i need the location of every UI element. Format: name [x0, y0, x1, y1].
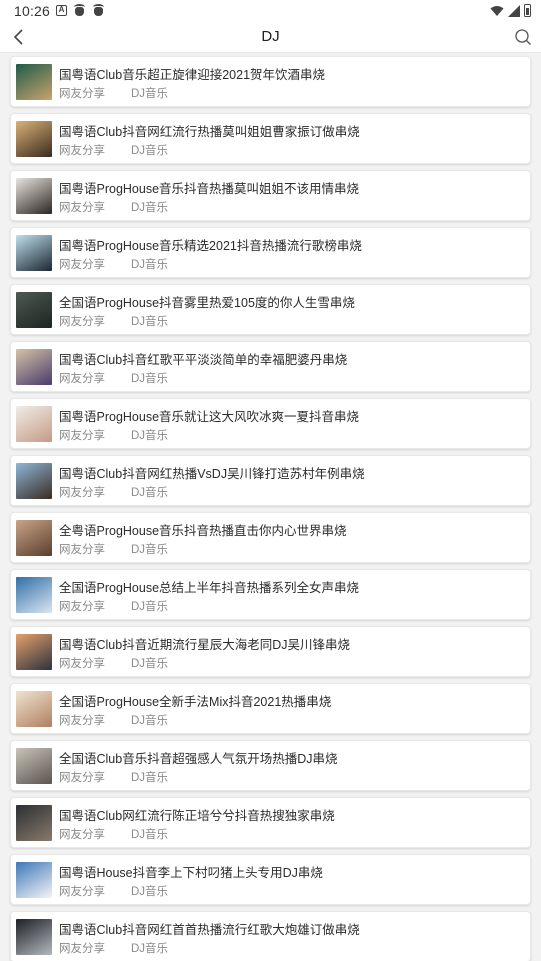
track-thumbnail — [16, 748, 52, 784]
list-item[interactable]: 国粤语Club抖音网红流行热播莫叫姐姐曹家振订做串烧 网友分享 DJ音乐 — [10, 113, 531, 164]
list-item[interactable]: 国粤语ProgHouse音乐精选2021抖音热播流行歌榜串烧 网友分享 DJ音乐 — [10, 227, 531, 278]
status-notification-icons: A — [56, 4, 105, 17]
list-item[interactable]: 全国语ProgHouse全新手法Mix抖音2021热播串烧 网友分享 DJ音乐 — [10, 683, 531, 734]
track-source: 网友分享 — [59, 772, 105, 784]
track-title: 国粤语Club网红流行陈正培兮兮抖音热搜独家串烧 — [59, 809, 335, 823]
track-thumbnail — [16, 634, 52, 670]
track-thumbnail — [16, 178, 52, 214]
track-thumbnail — [16, 64, 52, 100]
list-item[interactable]: 全国语ProgHouse总结上半年抖音热播系列全女声串烧 网友分享 DJ音乐 — [10, 569, 531, 620]
track-source: 网友分享 — [59, 259, 105, 271]
track-category: DJ音乐 — [131, 544, 169, 556]
list-item[interactable]: 国粤语Club抖音网红热播VsDJ吴川锋打造苏村年例串烧 网友分享 DJ音乐 — [10, 455, 531, 506]
list-item[interactable]: 国粤语Club抖音红歌平平淡淡简单的幸福肥婆丹串烧 网友分享 DJ音乐 — [10, 341, 531, 392]
track-category: DJ音乐 — [131, 715, 169, 727]
track-source: 网友分享 — [59, 88, 105, 100]
track-title: 全国语ProgHouse抖音雾里热爱105度的你人生雪串烧 — [59, 296, 355, 310]
status-system-icons — [490, 4, 531, 17]
track-category: DJ音乐 — [131, 430, 169, 442]
track-title: 全粤语ProgHouse音乐抖音热播直击你内心世界串烧 — [59, 524, 347, 538]
track-category: DJ音乐 — [131, 658, 169, 670]
track-source: 网友分享 — [59, 829, 105, 841]
track-title: 国粤语Club音乐超正旋律迎接2021贺年饮酒串烧 — [59, 68, 326, 82]
track-title: 国粤语ProgHouse音乐就让这大风吹冰爽一夏抖音串烧 — [59, 410, 360, 424]
list-item[interactable]: 国粤语Club抖音近期流行星辰大海老同DJ吴川锋串烧 网友分享 DJ音乐 — [10, 626, 531, 677]
bug-icon — [73, 4, 86, 17]
track-thumbnail — [16, 121, 52, 157]
app-header: DJ — [0, 22, 541, 53]
track-category: DJ音乐 — [131, 487, 169, 499]
track-category: DJ音乐 — [131, 373, 169, 385]
track-title: 全国语ProgHouse总结上半年抖音热播系列全女声串烧 — [59, 581, 360, 595]
track-thumbnail — [16, 805, 52, 841]
track-source: 网友分享 — [59, 715, 105, 727]
list-item[interactable]: 国粤语Club网红流行陈正培兮兮抖音热搜独家串烧 网友分享 DJ音乐 — [10, 797, 531, 848]
track-title: 国粤语House抖音李上下村叼猪上头专用DJ串烧 — [59, 866, 323, 880]
status-bar: 10:26 A — [0, 0, 541, 22]
track-source: 网友分享 — [59, 430, 105, 442]
track-source: 网友分享 — [59, 202, 105, 214]
track-thumbnail — [16, 406, 52, 442]
list-item[interactable]: 全国语Club音乐抖音超强感人气氛开场热播DJ串烧 网友分享 DJ音乐 — [10, 740, 531, 791]
track-title: 国粤语Club抖音网红热播VsDJ吴川锋打造苏村年例串烧 — [59, 467, 365, 481]
track-category: DJ音乐 — [131, 829, 169, 841]
track-thumbnail — [16, 463, 52, 499]
list-item[interactable]: 国粤语Club抖音网红首首热播流行红歌大炮雄订做串烧 网友分享 DJ音乐 — [10, 911, 531, 961]
track-title: 国粤语Club抖音网红流行热播莫叫姐姐曹家振订做串烧 — [59, 125, 360, 139]
track-thumbnail — [16, 520, 52, 556]
track-thumbnail — [16, 862, 52, 898]
list-item[interactable]: 国粤语House抖音李上下村叼猪上头专用DJ串烧 网友分享 DJ音乐 — [10, 854, 531, 905]
bug-icon — [92, 4, 105, 17]
track-category: DJ音乐 — [131, 259, 169, 271]
list-item[interactable]: 国粤语Club音乐超正旋律迎接2021贺年饮酒串烧 网友分享 DJ音乐 — [10, 56, 531, 107]
track-category: DJ音乐 — [131, 316, 169, 328]
track-title: 国粤语ProgHouse音乐抖音热播莫叫姐姐不该用情串烧 — [59, 182, 360, 196]
track-thumbnail — [16, 292, 52, 328]
wifi-icon — [490, 5, 504, 16]
track-thumbnail — [16, 349, 52, 385]
track-thumbnail — [16, 691, 52, 727]
track-title: 国粤语ProgHouse音乐精选2021抖音热播流行歌榜串烧 — [59, 239, 362, 253]
list-item[interactable]: 全粤语ProgHouse音乐抖音热播直击你内心世界串烧 网友分享 DJ音乐 — [10, 512, 531, 563]
track-source: 网友分享 — [59, 487, 105, 499]
track-list: 国粤语Club音乐超正旋律迎接2021贺年饮酒串烧 网友分享 DJ音乐 国粤语Club… — [10, 56, 531, 961]
track-title: 国粤语Club抖音网红首首热播流行红歌大炮雄订做串烧 — [59, 923, 360, 937]
search-button[interactable] — [511, 25, 535, 49]
track-category: DJ音乐 — [131, 886, 169, 898]
track-thumbnail — [16, 577, 52, 613]
track-title: 国粤语Club抖音近期流行星辰大海老同DJ吴川锋串烧 — [59, 638, 350, 652]
track-category: DJ音乐 — [131, 145, 169, 157]
track-source: 网友分享 — [59, 601, 105, 613]
signal-icon — [508, 4, 520, 17]
track-source: 网友分享 — [59, 145, 105, 157]
track-category: DJ音乐 — [131, 202, 169, 214]
track-source: 网友分享 — [59, 316, 105, 328]
track-category: DJ音乐 — [131, 772, 169, 784]
track-source: 网友分享 — [59, 544, 105, 556]
track-title: 国粤语Club抖音红歌平平淡淡简单的幸福肥婆丹串烧 — [59, 353, 348, 367]
track-source: 网友分享 — [59, 886, 105, 898]
list-item[interactable]: 全国语ProgHouse抖音雾里热爱105度的你人生雪串烧 网友分享 DJ音乐 — [10, 284, 531, 335]
track-category: DJ音乐 — [131, 601, 169, 613]
track-title: 全国语ProgHouse全新手法Mix抖音2021热播串烧 — [59, 695, 332, 709]
battery-icon — [524, 4, 531, 17]
track-source: 网友分享 — [59, 943, 105, 955]
track-category: DJ音乐 — [131, 88, 169, 100]
a-icon: A — [56, 5, 67, 16]
track-thumbnail — [16, 235, 52, 271]
status-time: 10:26 — [14, 3, 51, 19]
track-source: 网友分享 — [59, 658, 105, 670]
track-title: 全国语Club音乐抖音超强感人气氛开场热播DJ串烧 — [59, 752, 338, 766]
track-thumbnail — [16, 919, 52, 955]
track-category: DJ音乐 — [131, 943, 169, 955]
page-title: DJ — [261, 28, 280, 45]
list-item[interactable]: 国粤语ProgHouse音乐抖音热播莫叫姐姐不该用情串烧 网友分享 DJ音乐 — [10, 170, 531, 221]
track-source: 网友分享 — [59, 373, 105, 385]
search-icon — [515, 29, 531, 45]
list-item[interactable]: 国粤语ProgHouse音乐就让这大风吹冰爽一夏抖音串烧 网友分享 DJ音乐 — [10, 398, 531, 449]
